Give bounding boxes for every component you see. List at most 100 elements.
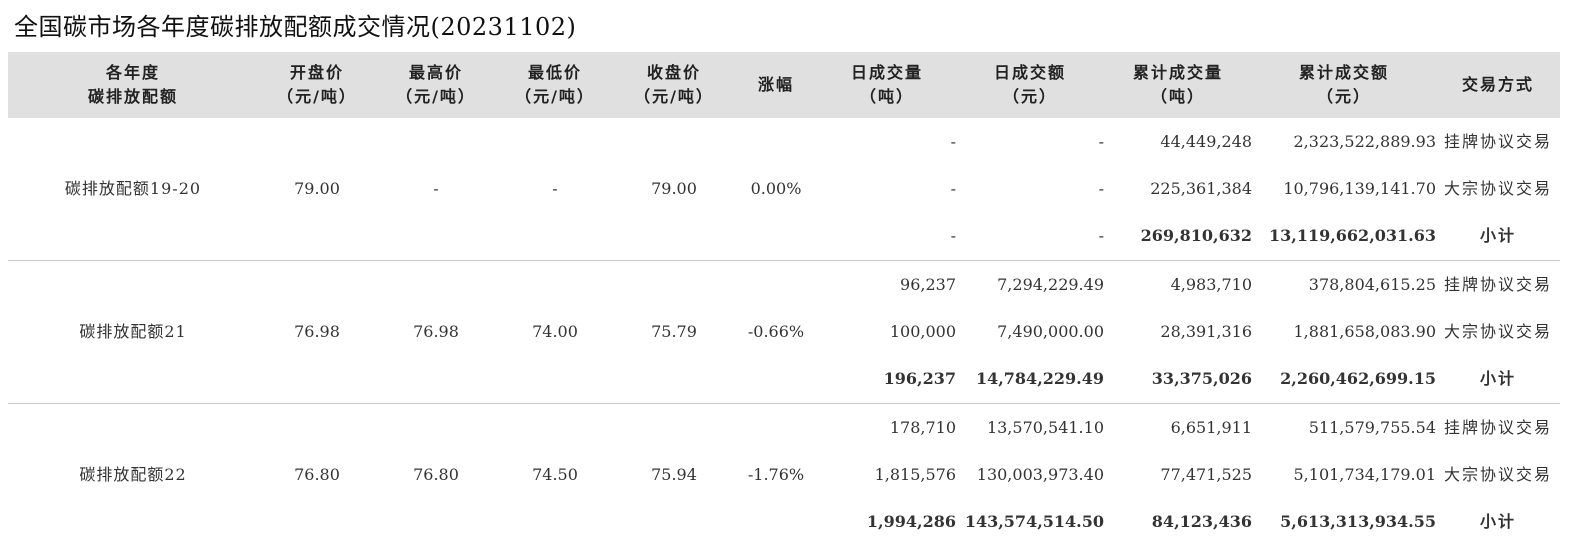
subtotal-label: 小计 bbox=[1479, 512, 1516, 532]
header-text: 收盘价 bbox=[646, 63, 701, 82]
cumulative-amount: 378,804,615.25 bbox=[1252, 259, 1436, 309]
low-price: 74.50 bbox=[496, 402, 614, 546]
cumulative-amount-subtotal: 13,119,662,031.63 bbox=[1268, 226, 1436, 246]
change-pct: -1.76% bbox=[734, 402, 818, 546]
header-text: 碳排放配额 bbox=[87, 87, 178, 106]
header-unit: （元） bbox=[1316, 87, 1371, 106]
subtotal-label: 小计 bbox=[1479, 226, 1516, 246]
cumulative-volume-subtotal: 33,375,026 bbox=[1151, 369, 1252, 389]
header-close-price: 收盘价 （元/吨） bbox=[614, 52, 734, 118]
trade-method: 大宗协议交易 bbox=[1443, 321, 1552, 341]
daily-volume: 100,000 bbox=[889, 321, 956, 341]
high-price: 76.80 bbox=[376, 402, 496, 546]
daily-volume: 178,710 bbox=[818, 402, 956, 452]
cumulative-volume: 4,983,710 bbox=[1104, 259, 1252, 309]
daily-volume-subtotal: 1,994,286 bbox=[866, 512, 956, 532]
cumulative-amount: 1,881,658,083.90 bbox=[1293, 321, 1437, 341]
cumulative-volume: 6,651,911 bbox=[1104, 402, 1252, 452]
subtotal-label: 小计 bbox=[1479, 369, 1516, 389]
close-price: 79.00 bbox=[651, 178, 697, 198]
daily-volume-subtotal: 196,237 bbox=[883, 369, 956, 389]
carbon-allowance-table: 各年度 碳排放配额 开盘价 （元/吨） 最高价 （元/吨） 最低价 （元/吨） … bbox=[8, 52, 1560, 546]
daily-amount: - bbox=[1098, 131, 1104, 151]
close-price: 75.94 bbox=[614, 402, 734, 546]
header-high-price: 最高价 （元/吨） bbox=[376, 52, 496, 118]
change-pct: 0.00% bbox=[750, 178, 802, 198]
table-row: 碳排放配额22 76.80 76.80 74.50 75.94 -1.76% 1… bbox=[8, 402, 1560, 546]
daily-amount-subtotal: - bbox=[1098, 226, 1104, 246]
daily-amount: 7,294,229.49 bbox=[956, 259, 1104, 309]
cumulative-amount: 511,579,755.54 bbox=[1252, 402, 1436, 452]
header-daily-volume: 日成交量 （吨） bbox=[818, 52, 956, 118]
allowance-name: 碳排放配额21 bbox=[8, 259, 258, 404]
header-text: 各年度 bbox=[105, 63, 160, 82]
header-text: 最低价 bbox=[527, 63, 582, 82]
daily-amount: 130,003,973.40 bbox=[976, 464, 1104, 484]
daily-volume-subtotal: - bbox=[950, 226, 956, 246]
cumulative-volume: 225,361,384 bbox=[1150, 178, 1252, 198]
daily-amount-subtotal: 143,574,514.50 bbox=[964, 512, 1104, 532]
header-unit: （元/吨） bbox=[634, 87, 714, 106]
daily-amount-subtotal: 14,784,229.49 bbox=[975, 369, 1104, 389]
open-price: 76.80 bbox=[258, 402, 376, 546]
header-text: 累计成交额 bbox=[1298, 63, 1389, 82]
header-change: 涨幅 bbox=[734, 52, 818, 118]
cumulative-volume-subtotal: 269,810,632 bbox=[1140, 226, 1252, 246]
daily-amount: 13,570,541.10 bbox=[956, 402, 1104, 452]
header-text: 涨幅 bbox=[757, 75, 794, 94]
open-price: 76.98 bbox=[258, 259, 376, 404]
high-price: 76.98 bbox=[376, 259, 496, 404]
header-low-price: 最低价 （元/吨） bbox=[496, 52, 614, 118]
open-price: 79.00 bbox=[294, 178, 340, 198]
daily-volume: 96,237 bbox=[818, 259, 956, 309]
header-text: 最高价 bbox=[408, 63, 463, 82]
cumulative-amount: 5,101,734,179.01 bbox=[1293, 464, 1437, 484]
trade-method: 大宗协议交易 bbox=[1443, 178, 1552, 198]
table-row: 碳排放配额19-20 79.00 - - 79.00 0.00% - - 44,… bbox=[8, 118, 1560, 198]
cumulative-volume: 28,391,316 bbox=[1160, 321, 1252, 341]
header-unit: （元） bbox=[1002, 87, 1057, 106]
header-text: 交易方式 bbox=[1461, 75, 1534, 94]
header-open-price: 开盘价 （元/吨） bbox=[258, 52, 376, 118]
page-title: 全国碳市场各年度碳排放配额成交情况(20231102) bbox=[14, 13, 577, 41]
daily-amount: 7,490,000.00 bbox=[997, 321, 1104, 341]
header-unit: （吨） bbox=[859, 87, 914, 106]
header-trade-method: 交易方式 bbox=[1436, 52, 1560, 118]
low-price: 74.00 bbox=[496, 259, 614, 404]
cumulative-amount: 10,796,139,141.70 bbox=[1283, 178, 1436, 198]
header-text: 开盘价 bbox=[289, 63, 344, 82]
header-cumulative-volume: 累计成交量 （吨） bbox=[1104, 52, 1252, 118]
header-unit: （元/吨） bbox=[515, 87, 595, 106]
header-daily-amount: 日成交额 （元） bbox=[956, 52, 1104, 118]
header-unit: （吨） bbox=[1150, 87, 1205, 106]
cumulative-amount-subtotal: 5,613,313,934.55 bbox=[1280, 512, 1436, 532]
header-unit: （元/吨） bbox=[277, 87, 357, 106]
header-cumulative-amount: 累计成交额 （元） bbox=[1252, 52, 1436, 118]
allowance-name: 碳排放配额22 bbox=[8, 402, 258, 546]
header-text: 日成交量 bbox=[850, 63, 923, 82]
header-year-allowance: 各年度 碳排放配额 bbox=[8, 52, 258, 118]
table-row: 碳排放配额21 76.98 76.98 74.00 75.79 -0.66% 9… bbox=[8, 259, 1560, 404]
cumulative-volume: 77,471,525 bbox=[1160, 464, 1252, 484]
cumulative-volume: 44,449,248 bbox=[1160, 131, 1252, 151]
trade-method: 大宗协议交易 bbox=[1443, 464, 1552, 484]
cumulative-amount-subtotal: 2,260,462,699.15 bbox=[1280, 369, 1436, 389]
trade-method: 挂牌协议交易 bbox=[1436, 259, 1560, 309]
allowance-name: 碳排放配额19-20 bbox=[64, 178, 202, 198]
table-header-row: 各年度 碳排放配额 开盘价 （元/吨） 最高价 （元/吨） 最低价 （元/吨） … bbox=[8, 52, 1560, 118]
close-price: 75.79 bbox=[614, 259, 734, 404]
trade-method: 挂牌协议交易 bbox=[1443, 131, 1552, 151]
daily-volume: 1,815,576 bbox=[874, 464, 956, 484]
low-price: - bbox=[552, 178, 558, 198]
header-text: 日成交额 bbox=[993, 63, 1066, 82]
trade-method: 挂牌协议交易 bbox=[1436, 402, 1560, 452]
cumulative-volume-subtotal: 84,123,436 bbox=[1151, 512, 1252, 532]
header-unit: （元/吨） bbox=[396, 87, 476, 106]
cumulative-amount: 2,323,522,889.93 bbox=[1293, 131, 1437, 151]
high-price: - bbox=[433, 178, 439, 198]
daily-volume: - bbox=[950, 178, 956, 198]
change-pct: -0.66% bbox=[734, 259, 818, 404]
header-text: 累计成交量 bbox=[1132, 63, 1223, 82]
daily-volume: - bbox=[950, 131, 956, 151]
daily-amount: - bbox=[1098, 178, 1104, 198]
